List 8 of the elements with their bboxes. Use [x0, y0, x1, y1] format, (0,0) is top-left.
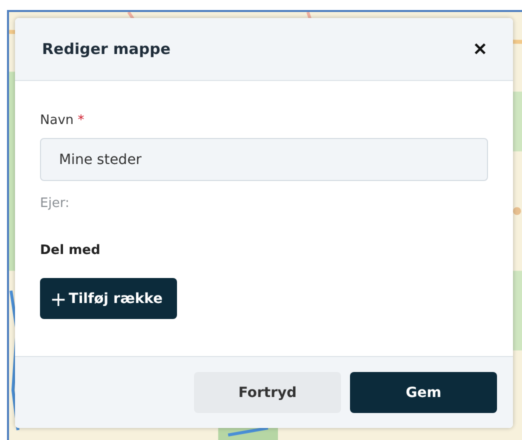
owner-label: Ejer: [40, 196, 70, 211]
add-row-button[interactable]: +Tilføj række [40, 278, 177, 319]
section-heading: Del med [40, 243, 100, 258]
name-field[interactable]: Mine steder [40, 138, 488, 181]
cancel-button[interactable]: Fortryd [194, 372, 341, 413]
save-button[interactable]: Gem [350, 372, 497, 413]
dialog-title: Rediger mappe [42, 40, 171, 58]
field-label: Navn * [40, 113, 84, 128]
